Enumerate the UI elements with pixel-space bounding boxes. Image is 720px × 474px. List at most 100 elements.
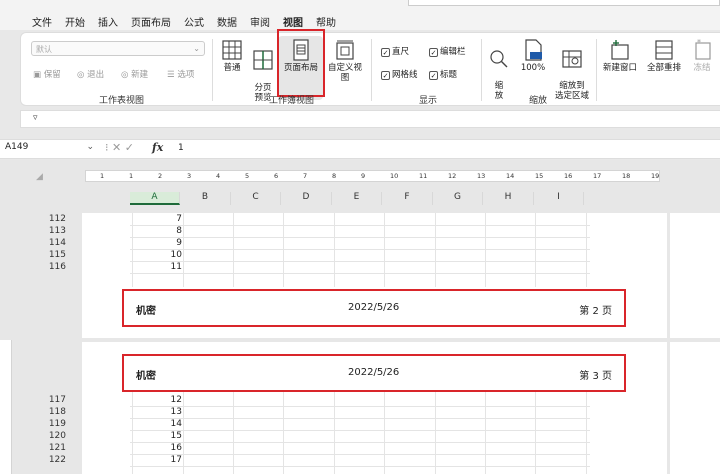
menu-bar: 文件 开始 插入 页面布局 公式 数据 审阅 视图 帮助 — [0, 0, 720, 34]
vertical-ruler — [0, 340, 12, 474]
menu-help[interactable]: 帮助 — [316, 14, 336, 29]
menu-data[interactable]: 数据 — [217, 14, 237, 29]
page-right-edge — [670, 213, 720, 338]
menu-page-layout[interactable]: 页面布局 — [131, 14, 171, 29]
gridline — [334, 392, 335, 474]
column-header-g[interactable]: G — [433, 192, 483, 205]
cancel-enter-icons[interactable]: ⁝ ✕ ✓ — [105, 141, 134, 154]
ruler-tick-label: 1 — [100, 172, 105, 180]
ruler-tick-label: 13 — [477, 172, 486, 180]
row-header[interactable]: 122 — [30, 455, 66, 465]
insert-function-icon[interactable]: fx — [152, 141, 163, 154]
horizontal-ruler: 1 1 2 3 4 5 6 7 8 9 10 11 12 13 14 15 16 17 18 19 — [85, 170, 660, 182]
arrange-all-button[interactable]: 全部重排 — [643, 39, 685, 73]
gridline — [130, 237, 590, 238]
ruler-tick-label: 3 — [187, 172, 192, 180]
column-header-d[interactable]: D — [282, 192, 332, 205]
formula-bar: A149 ⌄ ⁝ ✕ ✓ fx 1 — [0, 139, 720, 159]
cell-a[interactable]: 16 — [135, 443, 182, 453]
column-header-h[interactable]: H — [484, 192, 534, 205]
cell-a[interactable]: 13 — [135, 407, 182, 417]
keep-button[interactable]: ▣ 保留 — [33, 68, 61, 80]
corner-select-icon[interactable]: ◢ — [36, 172, 43, 182]
ruler-tick-label: 12 — [448, 172, 457, 180]
row-header[interactable]: 113 — [30, 226, 66, 236]
row-header[interactable]: 116 — [30, 262, 66, 272]
row-header[interactable]: 119 — [30, 419, 66, 429]
gridline — [130, 273, 590, 274]
zoom-100-label: 100% — [520, 63, 546, 73]
options-label: 选项 — [177, 70, 195, 80]
gridlines-checkbox[interactable]: ✓ 网格线 — [381, 68, 418, 80]
row-header[interactable]: 120 — [30, 431, 66, 441]
gridline — [132, 392, 133, 474]
gridline — [535, 392, 536, 474]
name-box[interactable]: A149 ⌄ — [2, 142, 98, 157]
cell-a[interactable]: 11 — [135, 262, 182, 272]
checkbox-check-icon: ✓ — [381, 48, 390, 57]
row-header[interactable]: 118 — [30, 407, 66, 417]
exit-button[interactable]: ◎ 退出 — [77, 68, 104, 80]
column-header-a[interactable]: A — [130, 192, 180, 205]
checkbox-check-icon: ✓ — [381, 71, 390, 80]
column-header-b[interactable]: B — [181, 192, 231, 205]
zoom-button[interactable]: 缩 放 — [488, 39, 510, 101]
custom-view-label: 自定义视图 — [327, 63, 362, 83]
zoom-selection-button[interactable]: 缩放到 选定区域 — [553, 39, 591, 101]
new-window-button[interactable]: 新建窗口 — [599, 39, 641, 73]
gridline — [283, 392, 284, 474]
row-header[interactable]: 115 — [30, 250, 66, 260]
custom-view-button[interactable]: 自定义视图 — [324, 39, 366, 83]
cell-a[interactable]: 8 — [135, 226, 182, 236]
column-header-i[interactable]: I — [534, 192, 584, 205]
cell-a[interactable]: 12 — [135, 395, 182, 405]
search-box[interactable] — [408, 0, 720, 6]
ruler-checkbox[interactable]: ✓ 直尺 — [381, 45, 409, 57]
column-header-f[interactable]: F — [383, 192, 433, 205]
column-header-e[interactable]: E — [332, 192, 382, 205]
row-header[interactable]: 112 — [30, 214, 66, 224]
cell-a[interactable]: 14 — [135, 419, 182, 429]
gridline — [130, 261, 590, 262]
menu-insert[interactable]: 插入 — [98, 14, 118, 29]
custom-view-icon — [336, 40, 354, 60]
page-2-footer[interactable]: 机密 2022/5/26 第 2 页 — [122, 289, 626, 327]
options-button[interactable]: ☰ 选项 — [167, 68, 194, 80]
gridline — [130, 430, 590, 431]
save-icon: ▣ — [33, 70, 42, 80]
row-header[interactable]: 114 — [30, 238, 66, 248]
cell-a[interactable]: 7 — [135, 214, 182, 224]
menu-home[interactable]: 开始 — [65, 14, 85, 29]
row-header[interactable]: 117 — [30, 395, 66, 405]
row-header[interactable]: 121 — [30, 443, 66, 453]
sheet-view-select[interactable]: 默认 ⌄ — [31, 41, 205, 56]
header-page-number: 第 3 页 — [579, 371, 612, 382]
new-view-button[interactable]: ◎ 新建 — [121, 68, 148, 80]
menu-review[interactable]: 审阅 — [250, 14, 270, 29]
headings-label: 标题 — [440, 70, 458, 80]
formula-input[interactable]: 1 — [178, 143, 184, 153]
ruler-tick-label: 5 — [245, 172, 250, 180]
cell-a[interactable]: 17 — [135, 455, 182, 465]
gridline — [130, 466, 590, 467]
cell-a[interactable]: 9 — [135, 238, 182, 248]
freeze-panes-button[interactable]: * 冻结 — [687, 39, 717, 73]
gridline — [130, 406, 590, 407]
formula-bar-checkbox[interactable]: ✓ 编辑栏 — [429, 45, 466, 57]
menu-formulas[interactable]: 公式 — [184, 14, 204, 29]
gridline — [485, 392, 486, 474]
normal-view-button[interactable]: 普通 — [219, 39, 245, 73]
headings-checkbox[interactable]: ✓ 标题 — [429, 68, 457, 80]
cell-a[interactable]: 10 — [135, 250, 182, 260]
cell-a[interactable]: 15 — [135, 431, 182, 441]
ruler-tick-label: 7 — [303, 172, 308, 180]
group-label-sheet-view: 工作表视图 — [99, 96, 145, 106]
gridline — [130, 442, 590, 443]
gridline — [183, 392, 184, 474]
customize-qat-icon[interactable]: ▿ — [33, 113, 38, 123]
chevron-down-icon: ⌄ — [86, 142, 94, 152]
page-3-header[interactable]: 机密 2022/5/26 第 3 页 — [122, 354, 626, 392]
column-header-c[interactable]: C — [231, 192, 281, 205]
menu-file[interactable]: 文件 — [32, 14, 52, 29]
zoom-100-button[interactable]: 100% — [516, 39, 550, 73]
